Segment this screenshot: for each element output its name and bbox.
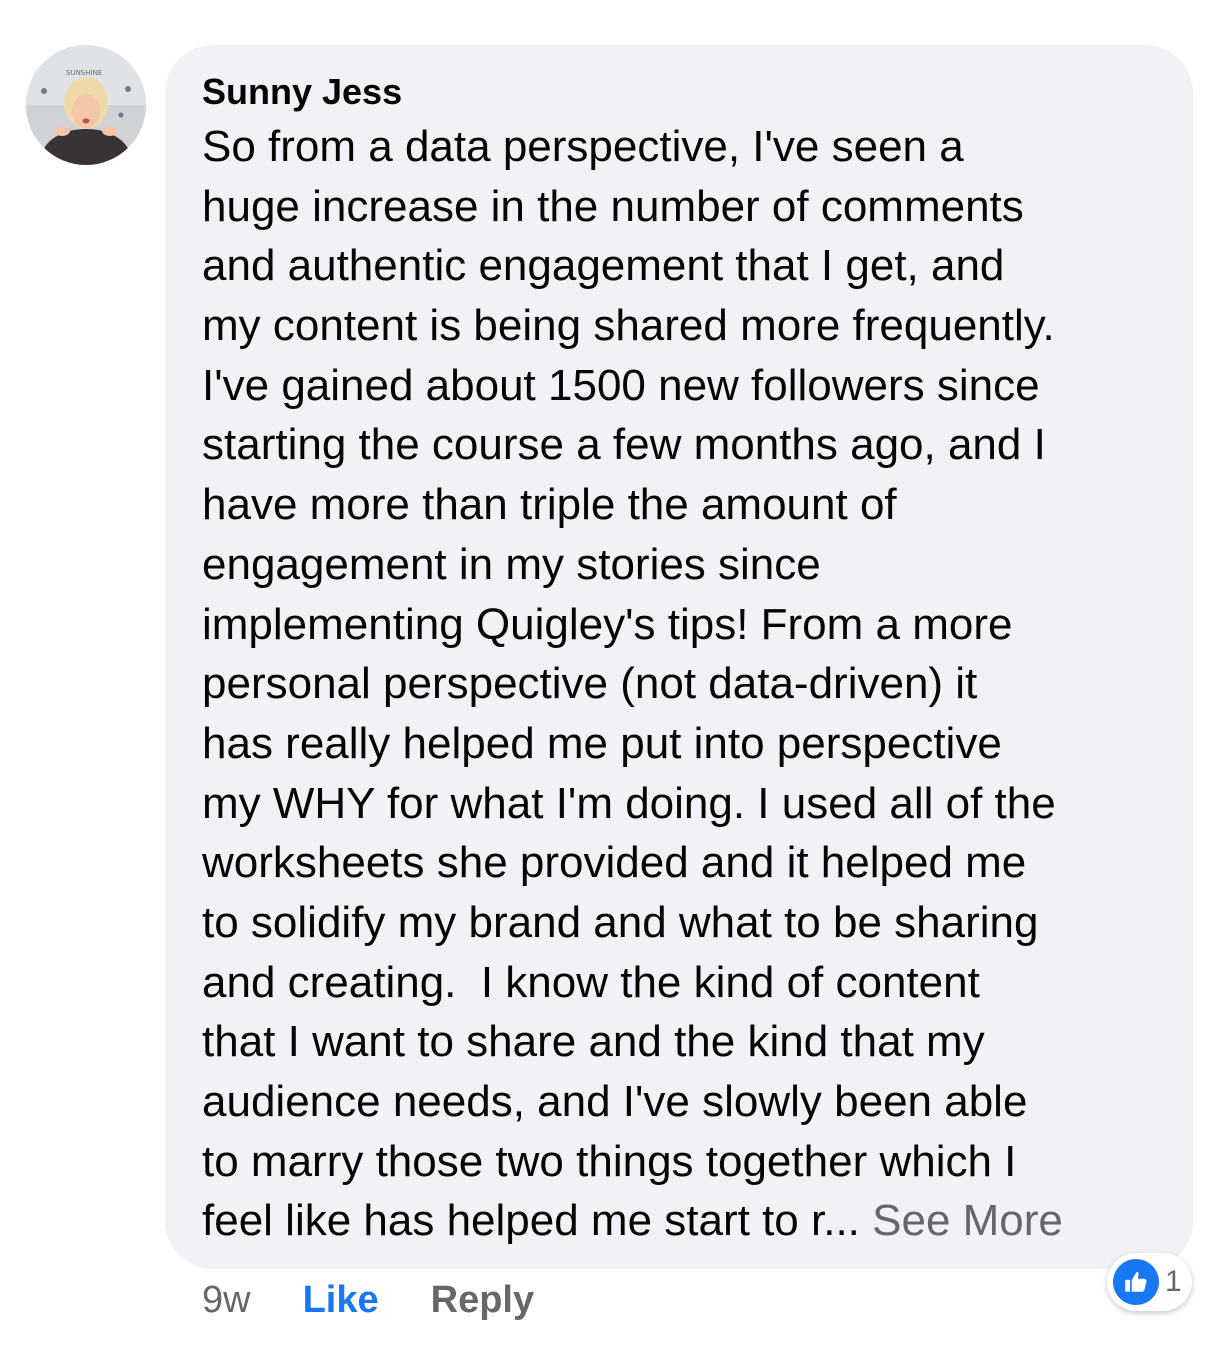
comment-timestamp[interactable]: 9w xyxy=(202,1278,251,1322)
comment-line: and authentic engagement that I get, and xyxy=(202,241,1005,291)
comment-line: engagement in my stories since xyxy=(202,539,821,589)
reaction-summary[interactable]: 1 xyxy=(1107,1253,1192,1311)
comment-actions: 9w Like Reply xyxy=(202,1278,534,1322)
comment-line: implementing Quigley's tips! From a more xyxy=(202,599,1013,649)
thumbs-up-icon xyxy=(1113,1259,1159,1305)
avatar[interactable]: SUNSHINE xyxy=(26,45,146,165)
like-button[interactable]: Like xyxy=(303,1278,379,1322)
comment-last-line: feel like has helped me start to r... Se… xyxy=(202,1191,1177,1251)
comment-line: I've gained about 1500 new followers sin… xyxy=(202,360,1040,410)
comment-text: So from a data perspective, I've seen a … xyxy=(202,117,1177,1251)
comment-line: my WHY for what I'm doing. I used all of… xyxy=(202,778,1056,828)
reaction-count: 1 xyxy=(1165,1265,1182,1298)
comment-line: huge increase in the number of comments xyxy=(202,181,1024,231)
comment-line: feel like has helped me start to r... xyxy=(202,1196,873,1246)
comment-bubble: Sunny Jess So from a data perspective, I… xyxy=(165,45,1193,1269)
comment-line: that I want to share and the kind that m… xyxy=(202,1017,985,1067)
reply-button[interactable]: Reply xyxy=(431,1278,534,1322)
comment-line: starting the course a few months ago, an… xyxy=(202,420,1046,470)
comment-line: have more than triple the amount of xyxy=(202,480,897,530)
comment-line: has really helped me put into perspectiv… xyxy=(202,718,1002,768)
see-more-link[interactable]: See More xyxy=(872,1196,1063,1245)
comment-line: my content is being shared more frequent… xyxy=(202,301,1055,351)
avatar-sign-text: SUNSHINE xyxy=(66,69,102,77)
comment-author[interactable]: Sunny Jess xyxy=(202,72,402,112)
comment-line: So from a data perspective, I've seen a xyxy=(202,122,964,171)
comment-line: and creating. I know the kind of content xyxy=(202,957,980,1007)
avatar-photo: SUNSHINE xyxy=(26,45,146,165)
comment-line: worksheets she provided and it helped me xyxy=(202,838,1027,888)
comment-line: to marry those two things together which… xyxy=(202,1136,1017,1186)
comment-line: personal perspective (not data-driven) i… xyxy=(202,659,978,709)
comment-line: audience needs, and I've slowly been abl… xyxy=(202,1077,1028,1126)
comment-line: to solidify my brand and what to be shar… xyxy=(202,897,1039,947)
